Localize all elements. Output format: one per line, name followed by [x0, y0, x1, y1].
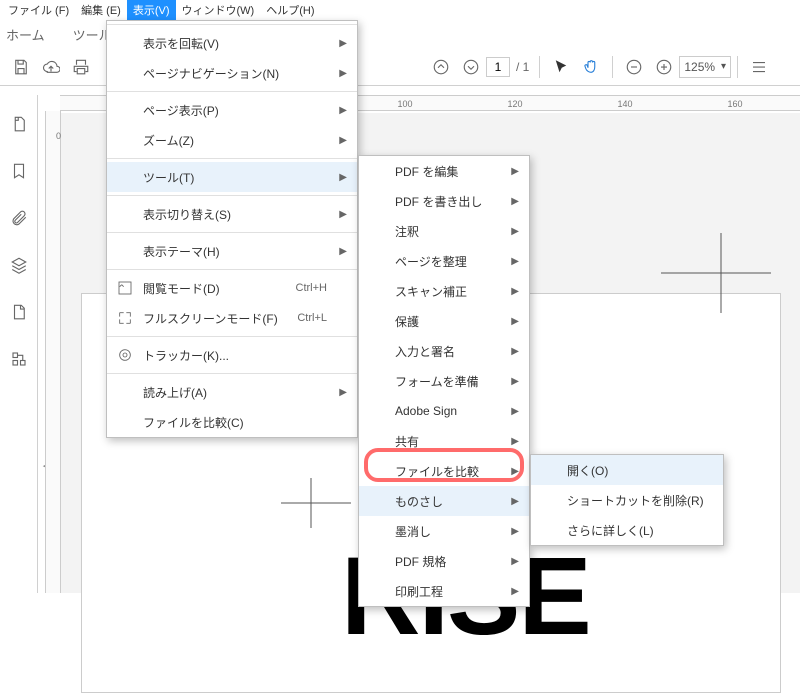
menu-item[interactable]: ページを整理▶ [359, 246, 529, 276]
attachment-panel-icon[interactable] [10, 209, 28, 230]
menu-item[interactable]: PDF 規格▶ [359, 546, 529, 576]
menu-item[interactable]: ショートカットを削除(R) [531, 485, 723, 515]
page-total: / 1 [516, 60, 529, 74]
structure-panel-icon[interactable] [10, 350, 28, 371]
menu-item[interactable]: 入力と署名▶ [359, 336, 529, 366]
menu-file[interactable]: ファイル (F) [2, 0, 75, 20]
standards-panel-icon[interactable] [10, 303, 28, 324]
overflow-icon[interactable] [750, 58, 768, 76]
menu-item[interactable]: フルスクリーンモード(F)Ctrl+L [107, 303, 357, 333]
measure-submenu: 開く(O)ショートカットを削除(R)さらに詳しく(L) [530, 454, 724, 546]
menu-item[interactable]: トラッカー(K)... [107, 340, 357, 370]
menu-item[interactable]: 閲覧モード(D)Ctrl+H [107, 273, 357, 303]
menu-item[interactable]: ページ表示(P)▶ [107, 95, 357, 125]
crop-mark-icon [281, 478, 361, 528]
menu-item[interactable]: 表示を回転(V)▶ [107, 28, 357, 58]
menu-item[interactable]: PDF を編集▶ [359, 156, 529, 186]
menu-item[interactable]: ファイルを比較(C) [107, 407, 357, 437]
menu-item[interactable]: 表示切り替え(S)▶ [107, 199, 357, 229]
menu-item[interactable]: 印刷工程▶ [359, 576, 529, 606]
page-down-icon[interactable] [462, 58, 480, 76]
menu-view[interactable]: 表示(V) [127, 0, 176, 20]
menu-item[interactable]: 開く(O) [531, 455, 723, 485]
page-current-input[interactable] [486, 57, 510, 77]
menu-item[interactable]: ページナビゲーション(N)▶ [107, 58, 357, 88]
menu-item[interactable]: ものさし▶ [359, 486, 529, 516]
menu-item[interactable]: ズーム(Z)▶ [107, 125, 357, 155]
menu-item[interactable]: Adobe Sign▶ [359, 396, 529, 426]
zoom-out-icon[interactable] [625, 58, 643, 76]
menu-item[interactable]: スキャン補正▶ [359, 276, 529, 306]
view-menu: 表示を回転(V)▶ページナビゲーション(N)▶ ページ表示(P)▶ズーム(Z)▶ ツ… [106, 20, 358, 438]
print-icon[interactable] [72, 58, 90, 76]
menu-item[interactable]: 保護▶ [359, 306, 529, 336]
menu-item[interactable]: さらに詳しく(L) [531, 515, 723, 545]
menu-item[interactable]: ファイルを比較▶ [359, 456, 529, 486]
page-up-icon[interactable] [432, 58, 450, 76]
menu-item[interactable]: 読み上げ(A)▶ [107, 377, 357, 407]
bookmark-panel-icon[interactable] [10, 162, 28, 183]
page-indicator: / 1 [486, 57, 533, 77]
menu-edit[interactable]: 編集 (E) [75, 0, 127, 20]
crop-mark-icon [661, 233, 781, 313]
tools-submenu: PDF を編集▶PDF を書き出し▶注釈▶ページを整理▶スキャン補正▶保護▶入力… [358, 155, 530, 607]
menu-item[interactable]: 共有▶ [359, 426, 529, 456]
menu-item[interactable]: 墨消し▶ [359, 516, 529, 546]
menubar: ファイル (F) 編集 (E) 表示(V) ウィンドウ(W) ヘルプ(H) [0, 0, 800, 20]
ruler-vertical [45, 111, 61, 593]
tab-home[interactable]: ホーム [6, 25, 45, 44]
menu-item[interactable]: PDF を書き出し▶ [359, 186, 529, 216]
pages-panel-icon[interactable] [10, 115, 28, 136]
cloud-upload-icon[interactable] [42, 58, 60, 76]
zoom-value: 125% [684, 60, 715, 74]
sidebar [0, 95, 38, 593]
save-icon[interactable] [12, 58, 30, 76]
menu-item[interactable]: 注釈▶ [359, 216, 529, 246]
menu-help[interactable]: ヘルプ(H) [260, 0, 320, 20]
menu-item[interactable]: フォームを準備▶ [359, 366, 529, 396]
zoom-combo[interactable]: 125% ▾ [679, 56, 731, 78]
zoom-in-icon[interactable] [655, 58, 673, 76]
menu-window[interactable]: ウィンドウ(W) [176, 0, 261, 20]
hand-tool-icon[interactable] [582, 58, 600, 76]
ruler-v-zero: 0 [56, 131, 61, 141]
chevron-down-icon: ▾ [721, 61, 726, 72]
menu-item[interactable]: ツール(T)▶ [107, 162, 357, 192]
menu-item[interactable]: 表示テーマ(H)▶ [107, 236, 357, 266]
pointer-icon[interactable] [552, 58, 570, 76]
layers-panel-icon[interactable] [10, 256, 28, 277]
